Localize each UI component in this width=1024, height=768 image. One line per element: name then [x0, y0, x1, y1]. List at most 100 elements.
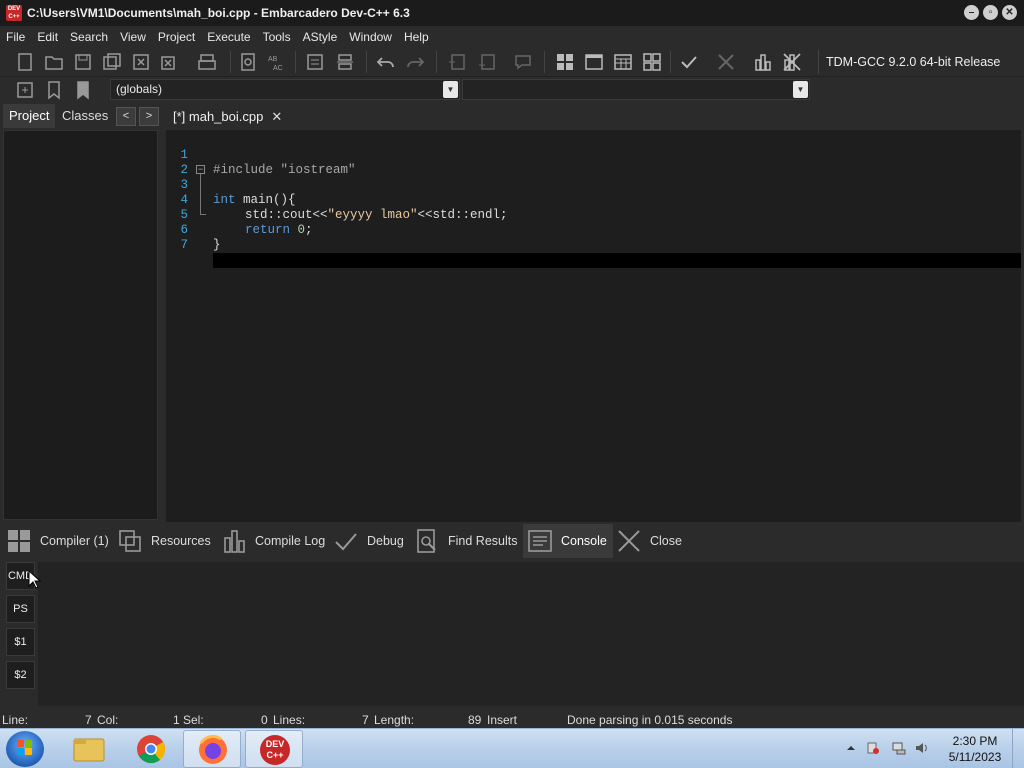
- chevron-down-icon[interactable]: ▼: [793, 81, 808, 98]
- start-button[interactable]: [6, 731, 44, 767]
- system-clock[interactable]: 2:30 PM 5/11/2023: [940, 733, 1010, 765]
- status-length-label: Length:: [374, 713, 415, 727]
- console-icon: [528, 530, 552, 552]
- new-file-icon[interactable]: [14, 51, 36, 73]
- delete-profile-icon[interactable]: [781, 51, 803, 73]
- volume-icon[interactable]: [915, 741, 929, 755]
- menu-tools[interactable]: Tools: [259, 30, 295, 44]
- network-icon[interactable]: [892, 741, 906, 755]
- find-icon[interactable]: [238, 51, 260, 73]
- close-file-icon[interactable]: [130, 51, 152, 73]
- menu-help[interactable]: Help: [400, 30, 433, 44]
- stop-execution-icon[interactable]: [715, 51, 737, 73]
- function-combo[interactable]: ▼: [462, 79, 810, 100]
- menu-project[interactable]: Project: [154, 30, 199, 44]
- chrome-icon: [137, 735, 166, 764]
- tab-find-results[interactable]: Find Results: [410, 524, 521, 558]
- unindent-icon[interactable]: [334, 51, 356, 73]
- taskbar-firefox[interactable]: [183, 730, 241, 768]
- print-icon[interactable]: [196, 51, 218, 73]
- menu-astyle[interactable]: AStyle: [299, 30, 342, 44]
- toggle-bookmark-icon[interactable]: [43, 79, 65, 101]
- tab-project[interactable]: Project: [3, 104, 56, 128]
- tab-debug[interactable]: Debug: [329, 524, 408, 558]
- show-desktop-button[interactable]: [1012, 729, 1024, 768]
- taskbar-devcpp[interactable]: DEV C++: [245, 730, 303, 768]
- close-all-icon[interactable]: [159, 51, 181, 73]
- profile-icon[interactable]: [752, 51, 774, 73]
- goto-bookmark-icon[interactable]: [72, 79, 94, 101]
- show-hidden-icons-icon[interactable]: [844, 741, 858, 755]
- mouse-cursor-icon: [28, 570, 42, 589]
- run-icon[interactable]: [583, 51, 605, 73]
- toolbar-separator: [295, 51, 296, 73]
- status-lines-label: Lines:: [273, 713, 306, 727]
- status-sel-value: 0: [261, 713, 268, 727]
- goto-line-icon[interactable]: [14, 79, 36, 101]
- undo-icon[interactable]: [375, 51, 397, 73]
- scope-combo[interactable]: (globals) ▼: [110, 79, 460, 100]
- minimize-button[interactable]: –: [964, 5, 979, 20]
- compiler-set-select[interactable]: TDM-GCC 9.2.0 64-bit Release: [818, 50, 1024, 74]
- close-tab-icon[interactable]: ✕: [271, 105, 282, 129]
- code-line: 1 #include "iostream": [166, 133, 1021, 177]
- menu-view[interactable]: View: [116, 30, 150, 44]
- tab-classes[interactable]: Classes: [56, 104, 114, 128]
- tabs-prev-button[interactable]: <: [116, 107, 136, 126]
- svg-text:AB: AB: [268, 56, 278, 63]
- tab-mah-boi-cpp[interactable]: [*] mah_boi.cpp ✕: [167, 104, 293, 130]
- tab-compiler[interactable]: Compiler (1): [2, 524, 113, 558]
- add-to-project-icon[interactable]: [476, 51, 498, 73]
- replace-icon[interactable]: AB AC: [266, 51, 288, 73]
- indent-icon[interactable]: [304, 51, 326, 73]
- windows-logo-icon: [17, 740, 32, 755]
- status-message: Done parsing in 0.015 seconds: [567, 713, 733, 727]
- compiler-grid-icon: [8, 530, 30, 552]
- project-tree[interactable]: [3, 130, 158, 520]
- menu-execute[interactable]: Execute: [203, 30, 254, 44]
- new-project-icon[interactable]: [446, 51, 468, 73]
- menu-search[interactable]: Search: [66, 30, 112, 44]
- console-shell1-button[interactable]: $1: [6, 628, 35, 656]
- menu-edit[interactable]: Edit: [33, 30, 62, 44]
- console-ps-button[interactable]: PS: [6, 595, 35, 623]
- save-all-icon[interactable]: [101, 51, 123, 73]
- tab-resources[interactable]: Resources: [113, 524, 215, 558]
- tab-label: Resources: [151, 534, 211, 548]
- fold-collapse-icon[interactable]: −: [196, 165, 205, 174]
- save-icon[interactable]: [72, 51, 94, 73]
- compile-run-icon[interactable]: [612, 51, 634, 73]
- menu-bar: File Edit Search View Project Execute To…: [0, 26, 1024, 47]
- tab-label: Compiler (1): [40, 534, 109, 548]
- line-number: 7: [180, 238, 188, 252]
- close-panel-button[interactable]: Close: [612, 524, 686, 558]
- toolbar-separator: [670, 51, 671, 73]
- redo-icon[interactable]: [404, 51, 426, 73]
- rebuild-all-icon[interactable]: [641, 51, 663, 73]
- code-editor[interactable]: 1 #include "iostream" 2 3 int main(){ 4 …: [166, 130, 1021, 522]
- firefox-icon: [199, 734, 227, 764]
- compile-icon[interactable]: [554, 51, 576, 73]
- clock-time: 2:30 PM: [952, 734, 998, 748]
- status-lines-value: 7: [362, 713, 369, 727]
- tab-console[interactable]: Console: [523, 524, 613, 558]
- chevron-down-icon[interactable]: ▼: [443, 81, 458, 98]
- menu-window[interactable]: Window: [345, 30, 396, 44]
- syntax-check-icon[interactable]: [678, 51, 700, 73]
- project-options-icon[interactable]: [512, 51, 534, 73]
- open-file-icon[interactable]: [43, 51, 65, 73]
- status-length-value: 89: [468, 713, 482, 727]
- menu-file[interactable]: File: [2, 30, 29, 44]
- taskbar-explorer[interactable]: [60, 730, 118, 768]
- tabs-next-button[interactable]: >: [139, 107, 159, 126]
- bottom-panel-tabs: Compiler (1) Resources Compile Log Debug…: [0, 524, 1024, 558]
- code-line-current: 7: [166, 223, 1021, 268]
- taskbar-chrome[interactable]: [122, 730, 180, 768]
- console-output[interactable]: [38, 562, 1024, 706]
- status-line-label: Line:: [2, 713, 29, 727]
- maximize-button[interactable]: ▫: [983, 5, 998, 20]
- console-shell2-button[interactable]: $2: [6, 661, 35, 689]
- action-center-icon[interactable]: [866, 741, 880, 755]
- close-window-button[interactable]: ✕: [1002, 5, 1017, 20]
- tab-compile-log[interactable]: Compile Log: [217, 524, 329, 558]
